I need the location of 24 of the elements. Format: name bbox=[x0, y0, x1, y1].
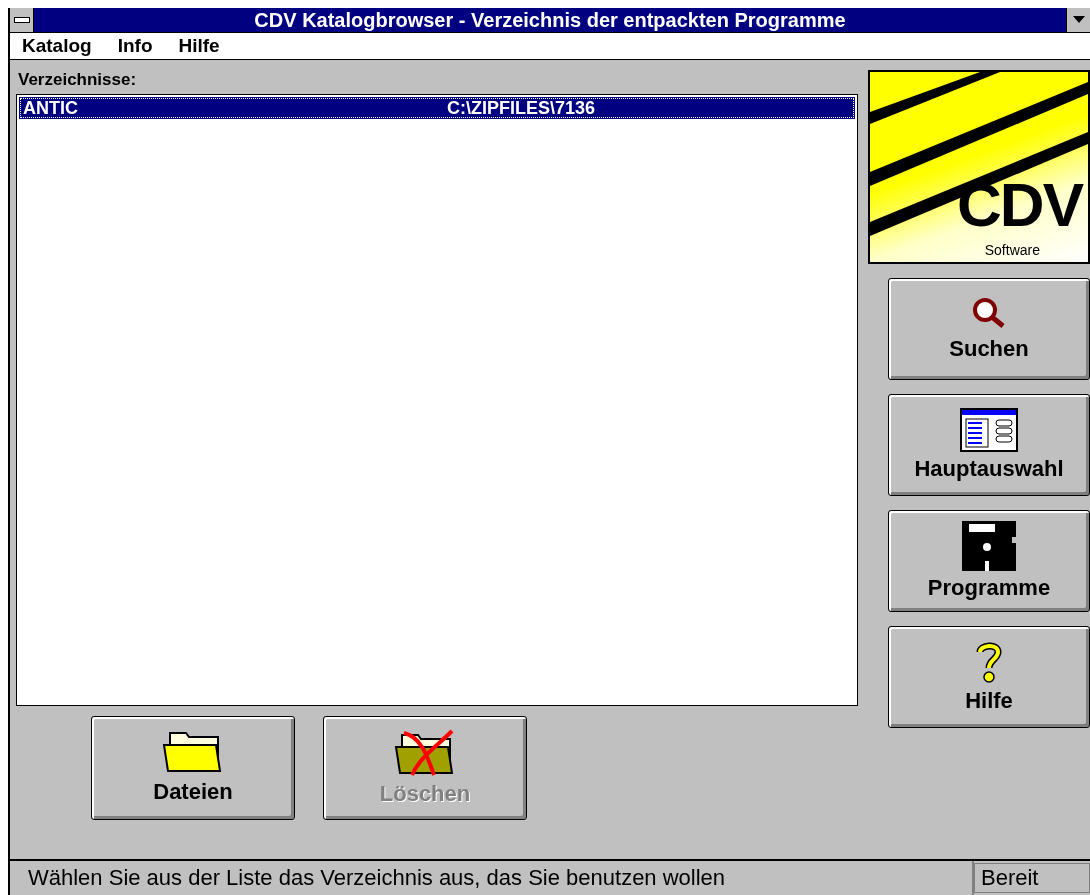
programs-button[interactable]: Programme bbox=[888, 510, 1090, 612]
window-icon bbox=[960, 408, 1018, 452]
directory-list[interactable]: ANTIC C:\ZIPFILES\7136 bbox=[16, 94, 858, 706]
directory-name: ANTIC bbox=[22, 97, 79, 119]
directory-path: C:\ZIPFILES\7136 bbox=[446, 97, 596, 119]
dash-icon bbox=[13, 17, 30, 23]
search-button[interactable]: Suchen bbox=[888, 278, 1090, 380]
main-menu-button[interactable]: Hauptauswahl bbox=[888, 394, 1090, 496]
window-control-button[interactable] bbox=[1066, 8, 1090, 32]
status-message: Wählen Sie aus der Liste das Verzeichnis aus, das Sie benutzen wollen bbox=[10, 861, 974, 895]
logo-caption: Software bbox=[984, 242, 1040, 258]
question-mark-icon bbox=[974, 640, 1004, 684]
help-button[interactable]: Hilfe bbox=[888, 626, 1090, 728]
list-row[interactable]: ANTIC C:\ZIPFILES\7136 bbox=[19, 97, 855, 119]
files-button[interactable]: Dateien bbox=[91, 716, 295, 820]
caret-icon bbox=[1072, 16, 1085, 24]
list-label: Verzeichnisse: bbox=[18, 70, 138, 90]
menu-item[interactable]: Katalog bbox=[14, 35, 100, 57]
window-title: CDV Katalogbrowser - Verzeichnis der entpackten Programme bbox=[253, 8, 847, 32]
menu-item[interactable]: Info bbox=[109, 35, 161, 57]
folder-icon bbox=[162, 731, 224, 775]
system-menu-button[interactable] bbox=[10, 8, 34, 32]
status-state: Bereit bbox=[974, 863, 1090, 893]
menu-item[interactable]: Hilfe bbox=[170, 35, 228, 57]
